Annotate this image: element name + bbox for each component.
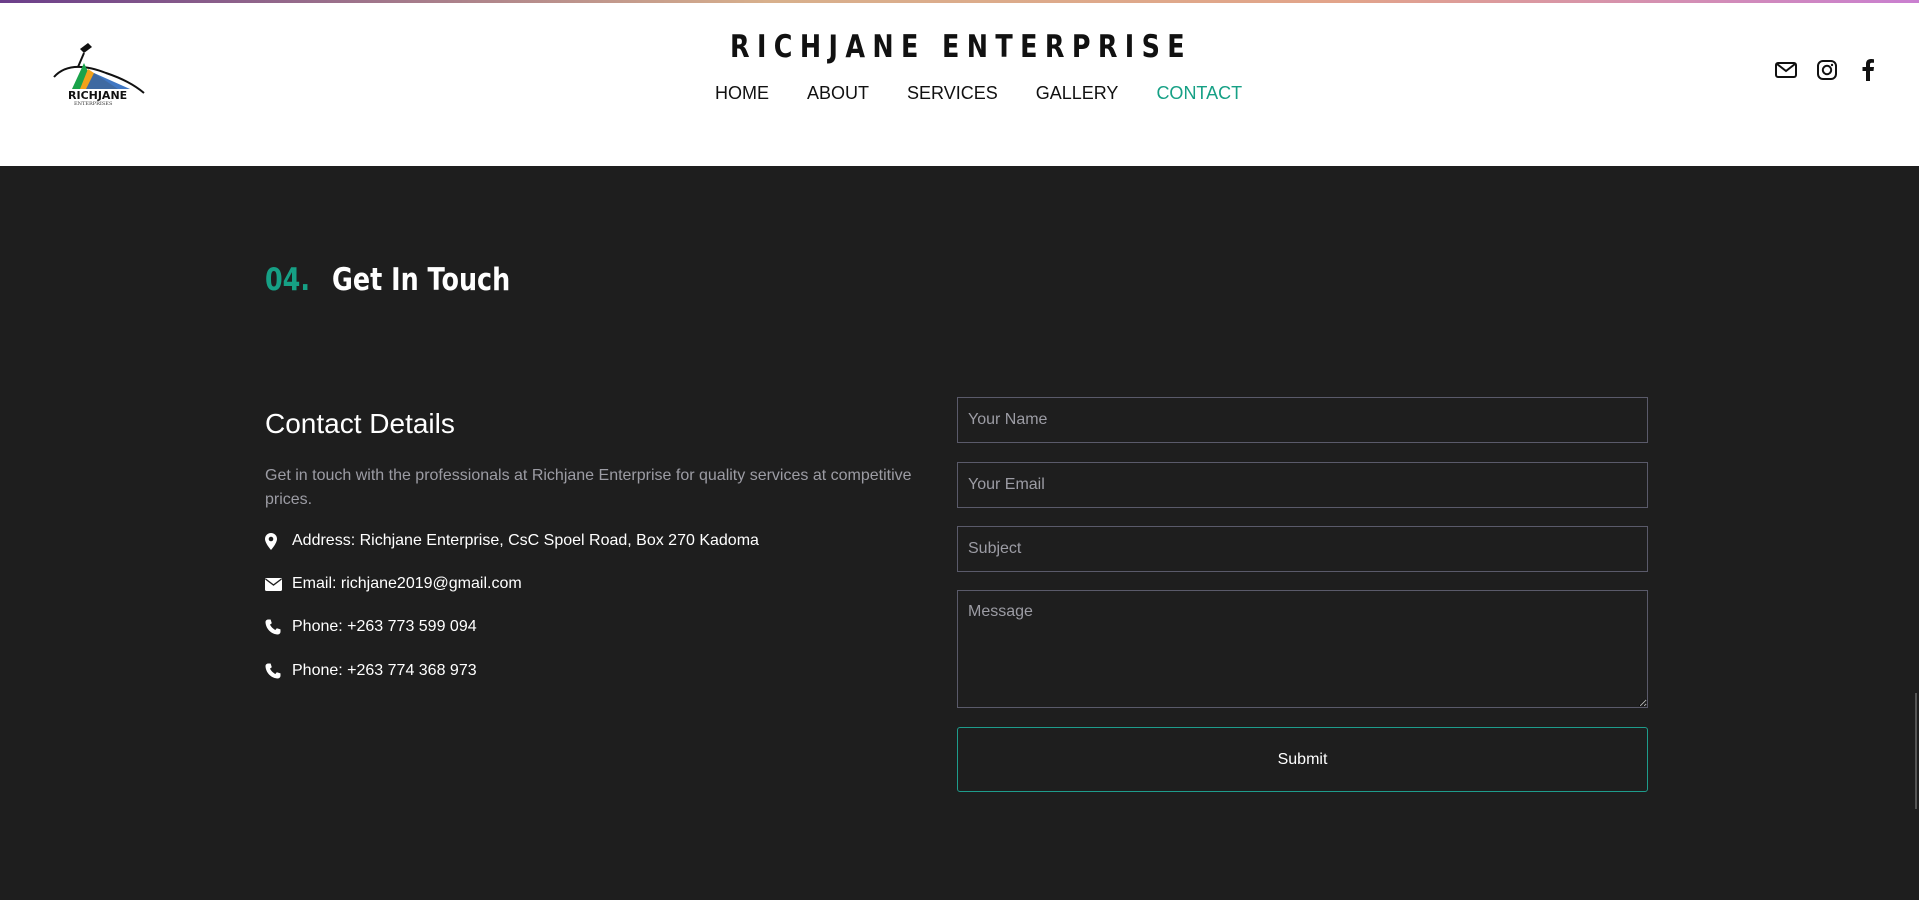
facebook-icon[interactable]: [1857, 59, 1879, 81]
contact-description: Get in touch with the professionals at R…: [265, 467, 912, 508]
site-title: RICHJANE ENTERPRISE: [729, 29, 1193, 65]
nav-about[interactable]: ABOUT: [788, 83, 888, 104]
address-detail: Address: Richjane Enterprise, CsC Spoel …: [265, 532, 759, 550]
section-heading: 04. Get In Touch: [265, 262, 549, 298]
phone-text-2: Phone: +263 774 368 973: [292, 662, 477, 679]
site-logo[interactable]: RICHJANE ENTERPRISES: [50, 39, 152, 107]
svg-text:ENTERPRISES: ENTERPRISES: [74, 101, 113, 107]
section-number: 04.: [265, 262, 311, 298]
social-links: [1775, 59, 1879, 81]
submit-button[interactable]: Submit: [957, 727, 1648, 792]
section-title: Get In Touch: [331, 262, 511, 298]
top-accent-line: [0, 0, 1919, 3]
envelope-icon[interactable]: [1775, 59, 1797, 81]
name-field[interactable]: [957, 397, 1648, 443]
phone-text-1: Phone: +263 773 599 094: [292, 618, 477, 635]
site-header: RICHJANE ENTERPRISES RICHJANE ENTERPRISE…: [0, 3, 1919, 166]
contact-details-heading: Contact Details: [265, 408, 455, 439]
map-marker-icon: [265, 532, 285, 550]
email-detail: Email: richjane2019@gmail.com: [265, 575, 522, 593]
nav-gallery[interactable]: GALLERY: [1017, 83, 1138, 104]
nav-home[interactable]: HOME: [696, 83, 788, 104]
subject-field[interactable]: [957, 526, 1648, 572]
phone-detail-1: Phone: +263 773 599 094: [265, 618, 477, 636]
instagram-icon[interactable]: [1816, 59, 1838, 81]
nav-contact[interactable]: CONTACT: [1137, 83, 1261, 104]
nav-services[interactable]: SERVICES: [888, 83, 1017, 104]
address-text: Address: Richjane Enterprise, CsC Spoel …: [292, 532, 759, 549]
main-nav: HOME ABOUT SERVICES GALLERY CONTACT: [696, 83, 1261, 104]
scrollbar-thumb[interactable]: [1915, 693, 1917, 809]
envelope-icon: [265, 577, 285, 591]
phone-detail-2: Phone: +263 774 368 973: [265, 662, 477, 680]
email-field[interactable]: [957, 462, 1648, 508]
message-field[interactable]: [957, 590, 1648, 708]
email-text: Email: richjane2019@gmail.com: [292, 575, 522, 592]
phone-icon: [265, 663, 285, 679]
phone-icon: [265, 619, 285, 635]
